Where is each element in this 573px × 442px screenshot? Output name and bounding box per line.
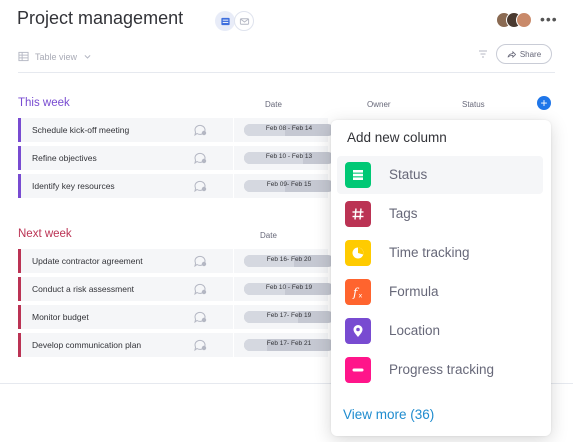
group-color-bar bbox=[18, 305, 21, 329]
function-icon: fx bbox=[345, 279, 371, 305]
table-row[interactable]: Refine objectives Feb 10 - Feb 13 bbox=[18, 146, 334, 170]
group-color-bar bbox=[18, 146, 21, 170]
item-name[interactable]: Conduct a risk assessment bbox=[32, 284, 134, 294]
location-pin-icon bbox=[345, 318, 371, 344]
option-label: Tags bbox=[389, 206, 418, 221]
table-row[interactable]: Schedule kick-off meeting Feb 08 - Feb 1… bbox=[18, 118, 334, 142]
item-name[interactable]: Schedule kick-off meeting bbox=[32, 125, 129, 135]
top-bar: Project management ••• bbox=[0, 0, 573, 40]
cell-separator bbox=[233, 174, 234, 198]
progress-icon bbox=[345, 357, 371, 383]
timeline-label: Feb 16- Feb 20 bbox=[266, 256, 312, 263]
timeline-label: Feb 09- Feb 15 bbox=[266, 181, 312, 188]
table-view-selector[interactable]: Table view bbox=[18, 51, 92, 62]
filter-icon[interactable] bbox=[478, 49, 488, 59]
group-title-next-week[interactable]: Next week bbox=[18, 228, 72, 240]
status-icon bbox=[345, 162, 371, 188]
cell-separator bbox=[233, 305, 234, 329]
timeline-cell[interactable]: Feb 17- Feb 21 bbox=[244, 339, 334, 351]
column-option-tags[interactable]: Tags bbox=[337, 195, 543, 233]
add-column-panel: Add new column Status Tags Time tracking… bbox=[331, 120, 551, 436]
add-update-icon[interactable] bbox=[193, 124, 207, 136]
group-title-this-week[interactable]: This week bbox=[18, 97, 70, 109]
item-name[interactable]: Refine objectives bbox=[32, 153, 97, 163]
timeline-cell[interactable]: Feb 10 - Feb 13 bbox=[244, 152, 334, 164]
option-label: Status bbox=[389, 167, 428, 182]
timeline-label: Feb 10 - Feb 13 bbox=[265, 153, 313, 160]
share-label: Share bbox=[519, 49, 542, 59]
timeline-cell[interactable]: Feb 09- Feb 15 bbox=[244, 180, 334, 192]
table-row[interactable]: Monitor budget Feb 17- Feb 19 bbox=[18, 305, 334, 329]
cell-separator bbox=[233, 333, 234, 357]
add-update-icon[interactable] bbox=[193, 180, 207, 192]
svg-text:x: x bbox=[359, 292, 363, 300]
item-name[interactable]: Identify key resources bbox=[32, 181, 115, 191]
column-header-owner[interactable]: Owner bbox=[367, 100, 391, 109]
chevron-down-icon bbox=[84, 55, 91, 59]
timeline-label: Feb 08 - Feb 14 bbox=[265, 125, 313, 132]
option-label: Progress tracking bbox=[389, 362, 495, 377]
view-more-link[interactable]: View more (36) bbox=[343, 407, 434, 422]
cell-separator bbox=[233, 249, 234, 273]
item-name[interactable]: Update contractor agreement bbox=[32, 256, 143, 266]
column-option-progress-tracking[interactable]: Progress tracking bbox=[337, 351, 543, 389]
column-option-location[interactable]: Location bbox=[337, 312, 543, 350]
group-color-bar bbox=[18, 277, 21, 301]
item-name[interactable]: Monitor budget bbox=[32, 312, 89, 322]
share-icon bbox=[507, 50, 516, 58]
item-name[interactable]: Develop communication plan bbox=[32, 340, 141, 350]
timeline-cell[interactable]: Feb 10 - Feb 19 bbox=[244, 283, 334, 295]
add-update-icon[interactable] bbox=[193, 152, 207, 164]
table-icon bbox=[18, 51, 29, 62]
share-button[interactable]: Share bbox=[496, 44, 552, 64]
cell-separator bbox=[233, 277, 234, 301]
option-label: Time tracking bbox=[389, 245, 470, 260]
group-color-bar bbox=[18, 249, 21, 273]
divider bbox=[18, 72, 555, 73]
timeline-cell[interactable]: Feb 08 - Feb 14 bbox=[244, 124, 334, 136]
clock-icon bbox=[345, 240, 371, 266]
table-view-label: Table view bbox=[35, 51, 78, 62]
option-label: Location bbox=[389, 323, 441, 338]
page-title: Project management bbox=[17, 8, 184, 28]
table-row[interactable]: Identify key resources Feb 09- Feb 15 bbox=[18, 174, 334, 198]
avatar bbox=[516, 12, 532, 28]
mail-icon[interactable] bbox=[234, 11, 254, 31]
column-header-date[interactable]: Date bbox=[265, 100, 282, 109]
group-color-bar bbox=[18, 174, 21, 198]
panel-title: Add new column bbox=[347, 130, 447, 145]
timeline-label: Feb 10 - Feb 19 bbox=[265, 284, 313, 291]
timeline-cell[interactable]: Feb 17- Feb 19 bbox=[244, 311, 334, 323]
cell-separator bbox=[233, 146, 234, 170]
table-row[interactable]: Update contractor agreement Feb 16- Feb … bbox=[18, 249, 334, 273]
add-column-button[interactable]: + bbox=[537, 96, 551, 110]
column-header-status[interactable]: Status bbox=[462, 100, 485, 109]
add-update-icon[interactable] bbox=[193, 311, 207, 323]
add-update-icon[interactable] bbox=[193, 283, 207, 295]
add-update-icon[interactable] bbox=[193, 255, 207, 267]
hash-icon bbox=[345, 201, 371, 227]
timeline-cell[interactable]: Feb 16- Feb 20 bbox=[244, 255, 334, 267]
column-option-formula[interactable]: fx Formula bbox=[337, 273, 543, 311]
cell-separator bbox=[233, 118, 234, 142]
group-color-bar bbox=[18, 333, 21, 357]
board-icon[interactable] bbox=[215, 11, 235, 31]
add-update-icon[interactable] bbox=[193, 339, 207, 351]
column-option-time-tracking[interactable]: Time tracking bbox=[337, 234, 543, 272]
table-row[interactable]: Develop communication plan Feb 17- Feb 2… bbox=[18, 333, 334, 357]
timeline-label: Feb 17- Feb 21 bbox=[266, 340, 312, 347]
option-label: Formula bbox=[389, 284, 439, 299]
more-options-icon[interactable]: ••• bbox=[540, 11, 558, 27]
group-color-bar bbox=[18, 118, 21, 142]
timeline-label: Feb 17- Feb 19 bbox=[266, 312, 312, 319]
column-option-status[interactable]: Status bbox=[337, 156, 543, 194]
column-header-date[interactable]: Date bbox=[260, 231, 277, 240]
table-row[interactable]: Conduct a risk assessment Feb 10 - Feb 1… bbox=[18, 277, 334, 301]
